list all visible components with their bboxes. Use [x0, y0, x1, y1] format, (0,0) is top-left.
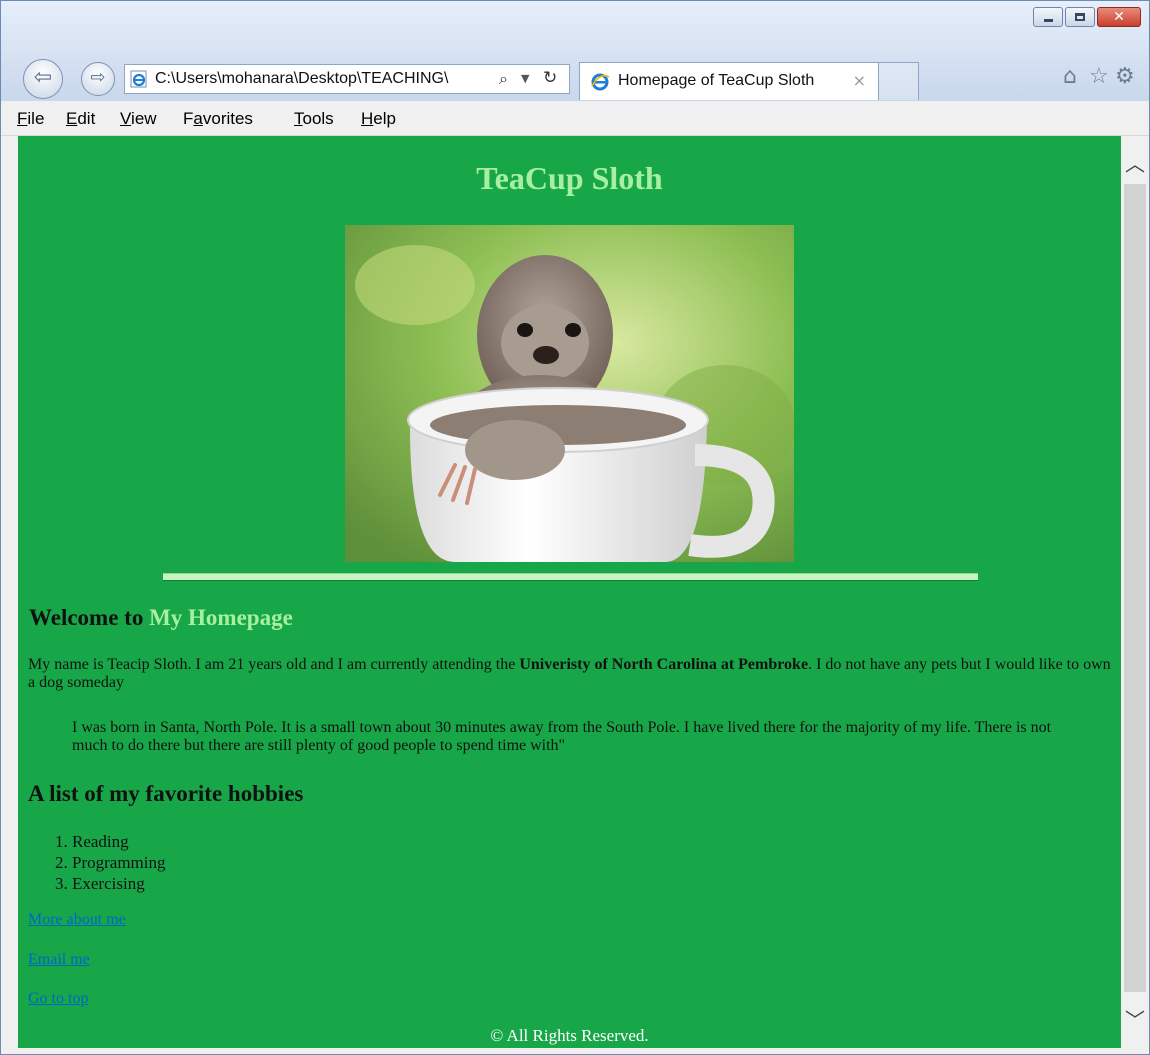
link-email-me[interactable]: Email me — [28, 951, 90, 969]
list-item: Reading — [72, 831, 166, 852]
list-item: Programming — [72, 852, 166, 873]
tab-close-icon[interactable]: × — [853, 71, 866, 90]
browser-window: ✕ ⇦ ⇨ C:\Users\mohanara\Desktop\TEACHING… — [0, 0, 1150, 1055]
scroll-up-icon[interactable]: ︿ — [1121, 148, 1149, 177]
blockquote: I was born in Santa, North Pole. It is a… — [72, 719, 1052, 754]
scrollbar-thumb[interactable] — [1124, 184, 1146, 992]
minimize-icon — [1044, 19, 1053, 22]
hobbies-list: Reading Programming Exercising — [52, 831, 166, 894]
back-button[interactable]: ⇦ — [23, 59, 63, 99]
forward-button[interactable]: ⇨ — [81, 62, 115, 96]
favorites-star-icon[interactable]: ☆ — [1089, 64, 1109, 89]
horizontal-rule — [163, 573, 978, 581]
refresh-icon[interactable]: ↻ — [543, 68, 557, 88]
minimize-button[interactable] — [1033, 7, 1063, 27]
link-go-to-top[interactable]: Go to top — [28, 990, 88, 1008]
back-arrow-icon: ⇦ — [33, 65, 53, 90]
menu-tools[interactable]: Tools — [294, 109, 334, 129]
sloth-in-teacup-photo — [345, 225, 794, 562]
close-window-button[interactable]: ✕ — [1097, 7, 1141, 27]
window-controls: ✕ — [1031, 7, 1141, 27]
footer-copyright: © All Rights Reserved. — [490, 1026, 649, 1045]
hobbies-heading: A list of my favorite hobbies — [28, 781, 304, 806]
maximize-button[interactable] — [1065, 7, 1095, 27]
address-bar[interactable]: C:\Users\mohanara\Desktop\TEACHING\ ⌕ ▼ … — [124, 64, 570, 94]
menu-file[interactable]: File — [17, 109, 44, 129]
search-icon[interactable]: ⌕ — [499, 69, 508, 89]
menu-view[interactable]: View — [120, 109, 157, 129]
page-viewport: TeaCup Sloth Welcome to My Homepage My n… — [18, 136, 1121, 1048]
page-title: TeaCup Sloth — [476, 160, 663, 196]
new-tab-button[interactable] — [879, 62, 919, 100]
university-name: Univeristy of North Carolina at Pembroke — [519, 656, 809, 673]
welcome-highlight: My Homepage — [149, 605, 293, 630]
link-more-about-me[interactable]: More about me — [28, 911, 126, 929]
welcome-heading: Welcome to My Homepage — [29, 605, 293, 630]
page-icon — [130, 70, 147, 88]
menu-favorites[interactable]: Favorites — [183, 109, 253, 129]
vertical-scrollbar[interactable]: ︿ ﹀ — [1121, 136, 1149, 1048]
tab-active[interactable]: Homepage of TeaCup Sloth × — [579, 62, 879, 100]
home-icon[interactable]: ⌂ — [1063, 64, 1077, 89]
close-icon: ✕ — [1113, 9, 1125, 25]
address-text: C:\Users\mohanara\Desktop\TEACHING\ — [155, 70, 449, 87]
forward-arrow-icon: ⇨ — [90, 67, 106, 88]
menu-help[interactable]: Help — [361, 109, 396, 129]
scroll-down-icon[interactable]: ﹀ — [1121, 1004, 1149, 1033]
tab-title: Homepage of TeaCup Sloth — [618, 72, 815, 89]
menu-bar: File Edit View Favorites Tools Help — [1, 103, 1149, 136]
menu-edit[interactable]: Edit — [66, 109, 95, 129]
maximize-icon — [1075, 13, 1085, 21]
gear-icon[interactable]: ⚙ — [1115, 64, 1135, 89]
intro-paragraph: My name is Teacip Sloth. I am 21 years o… — [28, 656, 1111, 691]
dropdown-arrow-icon[interactable]: ▼ — [521, 69, 529, 89]
ie-logo-icon — [591, 73, 610, 91]
list-item: Exercising — [72, 873, 166, 894]
